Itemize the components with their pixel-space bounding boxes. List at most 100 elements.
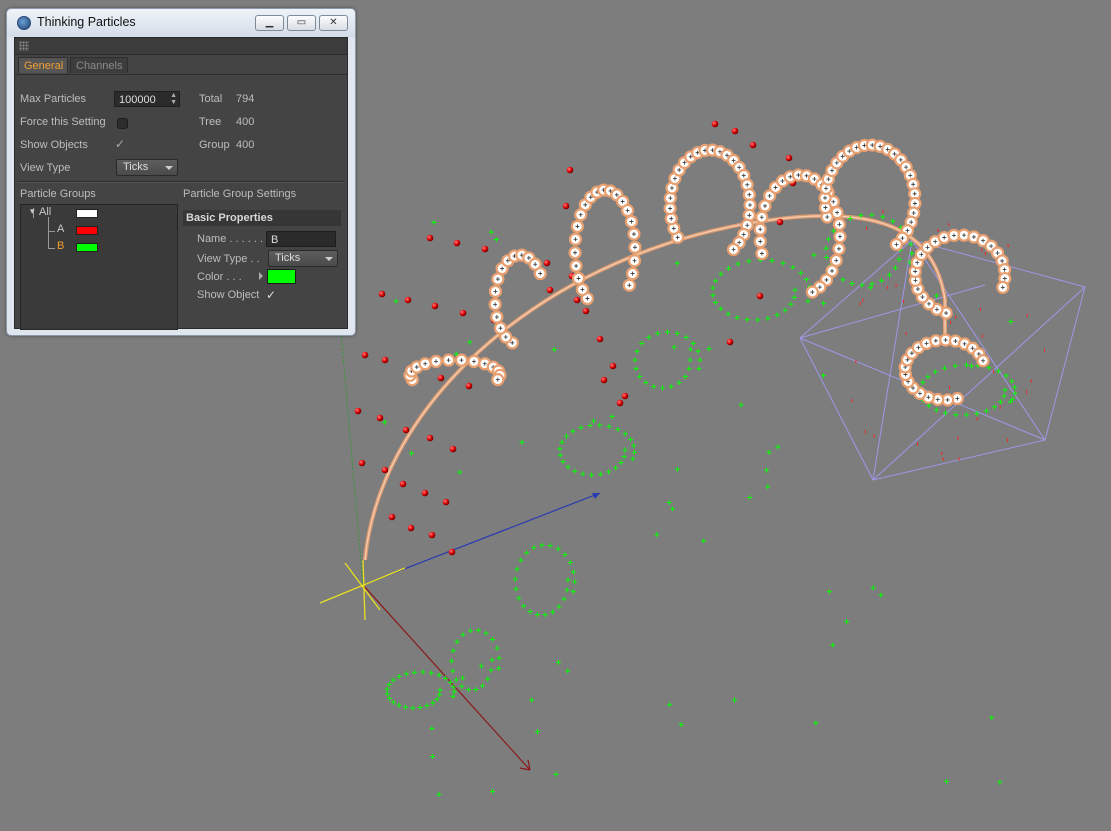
window-titlebar[interactable]: Thinking Particles ▁ ▭ ✕: [7, 9, 355, 37]
group-item-all[interactable]: All: [39, 206, 51, 218]
group-color-swatch[interactable]: [267, 269, 296, 284]
particle-tick: [408, 450, 414, 456]
grip-dots-icon: [19, 41, 29, 51]
dialog-body: General Channels Max Particles 100000 ▲ ▼…: [14, 37, 348, 330]
particles-layer: [354, 120, 1046, 797]
particle-group-a: [428, 531, 436, 539]
emitter-null-icon[interactable]: [319, 559, 406, 621]
divider: [18, 181, 344, 183]
particle-tick: [437, 687, 443, 693]
maximize-button[interactable]: ▭: [287, 15, 316, 31]
spinner-arrows-icon[interactable]: ▲ ▼: [170, 92, 177, 106]
particle-tick: [805, 298, 811, 304]
particle-tick: [570, 428, 576, 434]
show-object-checkbox[interactable]: ✓: [266, 289, 276, 301]
particle-tick: [1002, 387, 1008, 393]
particle-tick: [384, 691, 390, 697]
particle-tick: [713, 299, 719, 305]
particle-group-a: [442, 498, 450, 506]
color-expand-arrow-icon[interactable]: [259, 272, 263, 280]
group-item-b[interactable]: B: [57, 240, 64, 252]
particle-tick: [561, 596, 567, 602]
particle-tick: [766, 449, 772, 455]
expand-arrow-icon[interactable]: ▾: [30, 206, 35, 217]
particle-tick: [382, 419, 388, 425]
max-particles-input[interactable]: 100000 ▲ ▼: [114, 91, 180, 107]
particle-tick: [792, 287, 798, 293]
particle-tick: [466, 687, 472, 693]
particle-tick: [668, 384, 674, 390]
group-name-label: Name . . . . . .: [197, 233, 264, 245]
particle-tick: [878, 592, 884, 598]
particle-tick: [555, 659, 561, 665]
particle-tick: [496, 655, 502, 661]
particle-tick: [651, 384, 657, 390]
tree-label: Tree: [199, 116, 222, 128]
particle-tick: [450, 648, 456, 654]
particle-tick: [634, 348, 640, 354]
particle-tick: [513, 586, 519, 592]
particle-trail-core: [364, 215, 946, 561]
particle-tick: [710, 292, 716, 298]
particle-group-a: [596, 335, 604, 343]
particle-tick: [944, 778, 950, 784]
force-setting-checkbox[interactable]: [117, 118, 128, 129]
particle-tick: [788, 301, 794, 307]
thinking-particles-window: Thinking Particles ▁ ▭ ✕ General Channel…: [6, 8, 356, 336]
particle-tick: [890, 218, 896, 224]
particle-tick: [384, 686, 390, 692]
particle-tick: [550, 609, 556, 615]
group-view-type-label: View Type . .: [197, 253, 260, 265]
particle-group-a: [449, 445, 457, 453]
particle-tick: [424, 703, 430, 709]
particle-group-a: [616, 399, 624, 407]
tab-channels[interactable]: Channels: [70, 57, 128, 73]
max-particles-label: Max Particles: [20, 93, 87, 105]
camera-frustum[interactable]: [799, 239, 1086, 481]
particle-tick: [467, 339, 473, 345]
particle-tick: [437, 692, 443, 698]
particle-tick: [390, 677, 396, 683]
group-name-input[interactable]: B: [266, 231, 336, 247]
show-objects-checkbox[interactable]: ✓: [115, 138, 125, 150]
particle-tick: [780, 260, 786, 266]
particle-tick: [774, 312, 780, 318]
particle-group-a: [609, 362, 617, 370]
panel-grip[interactable]: [15, 38, 347, 55]
tab-general[interactable]: General: [18, 57, 68, 73]
particle-groups-tree[interactable]: ▾ All A B: [20, 204, 178, 330]
particle-tick: [597, 422, 603, 428]
particle-group-a: [381, 466, 389, 474]
particle-tick: [782, 307, 788, 313]
group-view-type-dropdown[interactable]: Ticks: [268, 250, 338, 267]
particle-tick: [869, 212, 875, 218]
minimize-button[interactable]: ▁: [255, 15, 284, 31]
view-type-dropdown[interactable]: Ticks: [116, 159, 178, 176]
particle-tick: [542, 612, 548, 618]
particle-tick: [393, 298, 399, 304]
particle-tick: [567, 560, 573, 565]
particle-tick: [628, 436, 634, 442]
particle-tick: [485, 676, 491, 682]
particle-tick: [697, 357, 703, 363]
particle-tick: [934, 293, 940, 299]
group-settings-header: Particle Group Settings: [183, 188, 297, 200]
particle-tick: [396, 702, 402, 708]
particle-tick: [547, 543, 553, 549]
particle-tick: [840, 277, 846, 283]
particle-tick: [695, 348, 701, 354]
particle-tick: [621, 454, 627, 460]
particle-group-a: [562, 202, 570, 210]
particle-tick: [443, 675, 449, 681]
particle-tick: [572, 468, 578, 474]
particle-tick: [639, 341, 645, 347]
close-button[interactable]: ✕: [319, 15, 348, 31]
particle-group-a: [399, 480, 407, 488]
particle-tick: [886, 272, 892, 278]
particle-tick: [622, 431, 628, 437]
tree-branch-line: [48, 248, 55, 249]
particle-tick: [555, 546, 561, 552]
particle-tick: [493, 237, 499, 243]
group-item-a[interactable]: A: [57, 223, 64, 235]
particle-tick: [683, 334, 689, 340]
